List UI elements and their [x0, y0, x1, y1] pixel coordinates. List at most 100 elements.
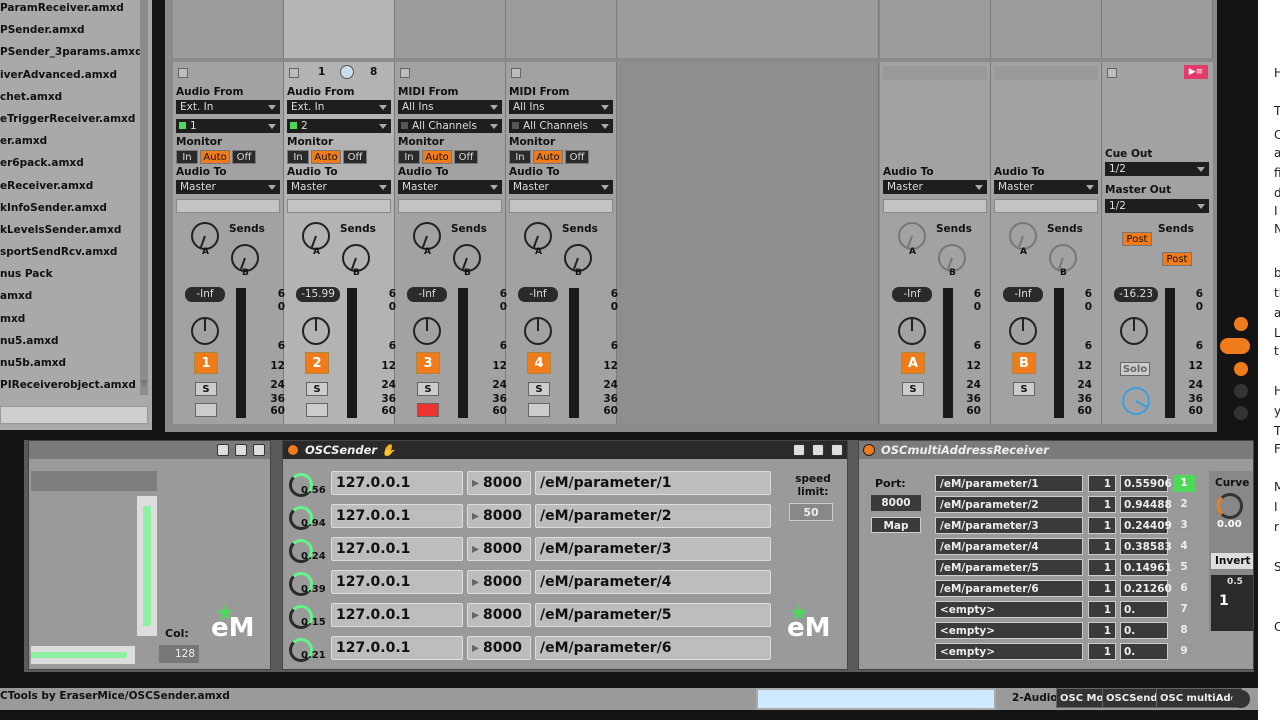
- return-letter-button[interactable]: A: [901, 352, 925, 374]
- scroll-down-icon[interactable]: [140, 380, 148, 387]
- return-letter-button[interactable]: B: [1012, 352, 1036, 374]
- port-value-box[interactable]: 8000: [871, 495, 921, 511]
- col-value-box[interactable]: 128: [159, 645, 199, 663]
- channel-field[interactable]: 1: [1088, 538, 1116, 555]
- pan-knob[interactable]: [898, 317, 926, 345]
- address-field[interactable]: /eM/parameter/2: [935, 496, 1083, 513]
- settings-icon[interactable]: [235, 444, 247, 456]
- browser-item[interactable]: PSender.amxd: [0, 19, 152, 41]
- solo-button[interactable]: S: [195, 382, 217, 396]
- osc-address-field[interactable]: /eM/parameter/5: [535, 603, 771, 627]
- monitor-auto-button[interactable]: Auto: [533, 150, 563, 164]
- monitor-in-button[interactable]: In: [287, 150, 309, 164]
- index-button[interactable]: 7: [1173, 601, 1195, 618]
- pan-knob[interactable]: [1009, 317, 1037, 345]
- monitor-in-button[interactable]: In: [509, 150, 531, 164]
- track-activator[interactable]: [400, 68, 410, 78]
- channel-field[interactable]: 1: [1088, 580, 1116, 597]
- clip-slot[interactable]: [284, 0, 395, 58]
- arm-button[interactable]: [417, 403, 439, 417]
- curve-knob[interactable]: [1217, 493, 1243, 519]
- browser-item[interactable]: iverAdvanced.amxd: [0, 64, 152, 86]
- address-field[interactable]: /eM/parameter/6: [935, 580, 1083, 597]
- device-power-icon[interactable]: [863, 444, 875, 456]
- monitor-off-button[interactable]: Off: [454, 150, 478, 164]
- input-type-dropdown[interactable]: Ext. In: [176, 100, 280, 114]
- solo-button[interactable]: S: [902, 382, 924, 396]
- clip-slot[interactable]: [1102, 0, 1213, 58]
- monitor-in-button[interactable]: In: [398, 150, 420, 164]
- orange-toggle-icon[interactable]: [1220, 338, 1250, 354]
- input-type-dropdown[interactable]: All Ins: [398, 100, 502, 114]
- channel-field[interactable]: 1: [1088, 601, 1116, 618]
- vertical-slider[interactable]: [137, 496, 157, 636]
- post-button-b[interactable]: Post: [1162, 252, 1192, 266]
- clip-slot[interactable]: [395, 0, 506, 58]
- address-field[interactable]: /eM/parameter/4: [935, 538, 1083, 555]
- cue-volume-knob[interactable]: [1122, 387, 1150, 415]
- channel-field[interactable]: 1: [1088, 475, 1116, 492]
- output-dropdown[interactable]: Master: [176, 180, 280, 194]
- browser-item[interactable]: nu5.amxd: [0, 330, 152, 352]
- send-a-knob[interactable]: [191, 222, 219, 250]
- port-field[interactable]: 8000: [467, 570, 531, 594]
- port-field[interactable]: 8000: [467, 471, 531, 495]
- address-field[interactable]: /eM/parameter/1: [935, 475, 1083, 492]
- save-icon[interactable]: [253, 444, 265, 456]
- volume-value[interactable]: -Inf: [1003, 287, 1043, 302]
- osc-address-field[interactable]: /eM/parameter/6: [535, 636, 771, 660]
- solo-button[interactable]: S: [528, 382, 550, 396]
- index-button[interactable]: 1: [1173, 475, 1195, 492]
- volume-value[interactable]: -16.23: [1114, 287, 1158, 302]
- send-a-knob[interactable]: [898, 222, 926, 250]
- browser-item[interactable]: PSender_3params.amxd: [0, 41, 152, 63]
- send-a-knob[interactable]: [302, 222, 330, 250]
- output-dropdown[interactable]: Master: [398, 180, 502, 194]
- ip-address-field[interactable]: 127.0.0.1: [331, 636, 463, 660]
- osc-address-field[interactable]: /eM/parameter/1: [535, 471, 771, 495]
- browser-item[interactable]: nus Pack: [0, 263, 152, 285]
- solo-button[interactable]: S: [1013, 382, 1035, 396]
- index-button[interactable]: 6: [1173, 580, 1195, 597]
- ip-address-field[interactable]: 127.0.0.1: [331, 537, 463, 561]
- pan-knob[interactable]: [413, 317, 441, 345]
- solo-button[interactable]: S: [306, 382, 328, 396]
- channel-field[interactable]: 1: [1088, 622, 1116, 639]
- arm-button[interactable]: [195, 403, 217, 417]
- index-button[interactable]: 8: [1173, 622, 1195, 639]
- volume-value[interactable]: -15.99: [296, 287, 340, 302]
- port-field[interactable]: 8000: [467, 504, 531, 528]
- index-button[interactable]: 9: [1173, 643, 1195, 660]
- osc-address-field[interactable]: /eM/parameter/4: [535, 570, 771, 594]
- output-dropdown[interactable]: Master: [509, 180, 613, 194]
- minimize-icon[interactable]: [793, 444, 805, 456]
- input-type-dropdown[interactable]: All Ins: [509, 100, 613, 114]
- orange-dot-icon[interactable]: [1234, 362, 1248, 376]
- browser-item[interactable]: kLevelsSender.amxd: [0, 219, 152, 241]
- output-dropdown[interactable]: Master: [287, 180, 391, 194]
- volume-value[interactable]: -Inf: [407, 287, 447, 302]
- address-field[interactable]: <empty>: [935, 601, 1083, 618]
- output-dropdown[interactable]: Master: [994, 180, 1098, 194]
- volume-value[interactable]: -Inf: [518, 287, 558, 302]
- monitor-in-button[interactable]: In: [176, 150, 198, 164]
- minimize-icon[interactable]: [217, 444, 229, 456]
- browser-item[interactable]: PIReceiverobject.amxd: [0, 374, 152, 396]
- osc-address-field[interactable]: /eM/parameter/2: [535, 504, 771, 528]
- monitor-auto-button[interactable]: Auto: [422, 150, 452, 164]
- cue-out-dropdown[interactable]: 1/2: [1105, 162, 1209, 176]
- invert-toggle[interactable]: Invert: [1211, 553, 1253, 569]
- solo-button[interactable]: S: [417, 382, 439, 396]
- volume-value[interactable]: -Inf: [185, 287, 225, 302]
- address-field[interactable]: <empty>: [935, 622, 1083, 639]
- browser-item[interactable]: ParamReceiver.amxd: [0, 0, 152, 19]
- device-power-icon[interactable]: [287, 444, 299, 456]
- browser-item[interactable]: eTriggerReceiver.amxd: [0, 108, 152, 130]
- ip-address-field[interactable]: 127.0.0.1: [331, 603, 463, 627]
- address-field[interactable]: /eM/parameter/3: [935, 517, 1083, 534]
- grey-dot-icon[interactable]: [1234, 384, 1248, 398]
- browser-item[interactable]: er.amxd: [0, 130, 152, 152]
- settings-icon[interactable]: [812, 444, 824, 456]
- browser-item[interactable]: nu5b.amxd: [0, 352, 152, 374]
- empty-track-area[interactable]: [617, 62, 879, 424]
